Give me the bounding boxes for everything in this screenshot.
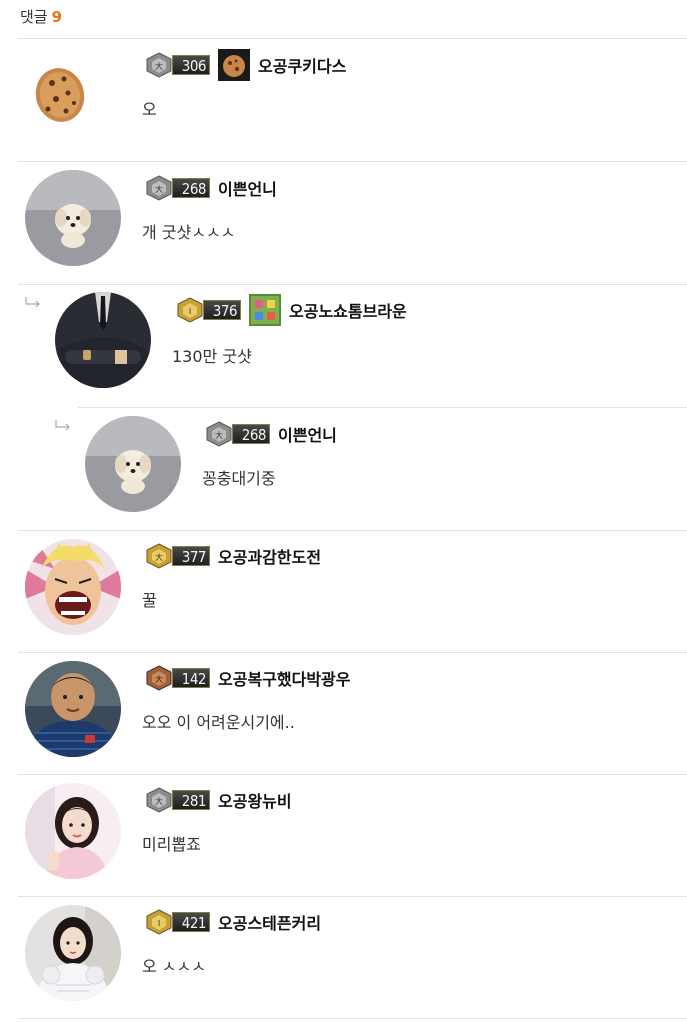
woman-avatar[interactable]	[25, 905, 121, 1001]
comment-meta: 大 377 오공과감한도전	[144, 542, 321, 570]
nickname[interactable]: 오공왕뉴비	[218, 788, 292, 812]
comment-header: 댓글 9	[20, 6, 62, 27]
comment-item: I 421 오공스테픈커리 오 ㅅㅅㅅ	[0, 897, 687, 1019]
svg-text:大: 大	[155, 796, 163, 806]
comment-item: 大 281 오공왕뉴비 미리뽑죠	[0, 775, 687, 897]
cookie-user-icon	[218, 49, 250, 81]
girl-avatar[interactable]	[25, 783, 121, 879]
level-badge: 大 377	[144, 543, 214, 569]
comment-section: 댓글 9 大 306 오공쿠키다스 오 大 268 이쁜언니 개 굿샷ㅅㅅㅅ I…	[0, 0, 687, 1022]
anime-avatar[interactable]	[25, 539, 121, 635]
game-user-icon	[249, 294, 281, 326]
comment-item: 大 306 오공쿠키다스 오	[0, 39, 687, 161]
level-badge: 大 268	[144, 175, 214, 201]
reply-arrow-icon	[25, 297, 40, 308]
rank-emblem-icon: 大	[146, 787, 172, 813]
comment-meta: 大 268 이쁜언니	[144, 174, 277, 202]
level-badge: I 421	[144, 909, 214, 935]
comment-meta: I 376 오공노쇼톰브라운	[175, 294, 407, 326]
comment-text: 130만 굿샷	[172, 347, 252, 366]
reply-item: I 376 오공노쇼톰브라운 130만 굿샷	[0, 285, 687, 407]
svg-text:I: I	[189, 307, 191, 316]
puppy-avatar[interactable]	[25, 170, 121, 266]
rank-emblem-icon: 大	[206, 421, 232, 447]
comment-header-label: 댓글	[20, 8, 48, 26]
level-number: 281	[172, 790, 210, 810]
level-number: 142	[172, 668, 210, 688]
svg-text:大: 大	[155, 552, 163, 562]
level-badge: 大 306	[144, 52, 214, 78]
comment-text: 오 ㅅㅅㅅ	[142, 957, 206, 976]
svg-text:大: 大	[155, 184, 163, 194]
level-number: 268	[232, 424, 270, 444]
level-badge: 大 281	[144, 787, 214, 813]
level-number: 306	[172, 55, 210, 75]
reply-arrow-icon	[55, 420, 70, 431]
comment-meta: 大 281 오공왕뉴비	[144, 786, 292, 814]
comment-text: 오	[142, 100, 157, 119]
svg-text:I: I	[158, 919, 160, 928]
suit-avatar[interactable]	[55, 292, 151, 388]
comment-text: 미리뽑죠	[142, 835, 201, 854]
level-number: 268	[172, 178, 210, 198]
nickname[interactable]: 오공쿠키다스	[258, 53, 346, 77]
nickname[interactable]: 오공노쇼톰브라운	[289, 298, 407, 322]
nickname[interactable]: 오공과감한도전	[218, 544, 321, 568]
cookie-avatar[interactable]	[26, 49, 122, 145]
comment-text: 꿀	[142, 591, 157, 610]
comment-meta: 大 306 오공쿠키다스	[144, 49, 346, 81]
rank-emblem-icon: I	[177, 297, 203, 323]
puppy-avatar[interactable]	[85, 416, 181, 512]
rank-emblem-icon: I	[146, 909, 172, 935]
comment-item: 大 142 오공복구했다박광우 오오 이 어려운시기에..	[0, 653, 687, 775]
nickname[interactable]: 오공스테픈커리	[218, 910, 321, 934]
rank-emblem-icon: 大	[146, 175, 172, 201]
comment-text: 개 굿샷ㅅㅅㅅ	[142, 223, 236, 242]
man-avatar[interactable]	[25, 661, 121, 757]
svg-text:大: 大	[155, 674, 163, 684]
level-number: 421	[172, 912, 210, 932]
comment-count: 9	[51, 8, 63, 26]
svg-text:大: 大	[215, 430, 223, 440]
rank-emblem-icon: 大	[146, 52, 172, 78]
comment-item: 大 377 오공과감한도전 꿀	[0, 531, 687, 653]
level-badge: 大 268	[204, 421, 274, 447]
level-number: 376	[203, 300, 241, 320]
level-badge: I 376	[175, 297, 245, 323]
nickname[interactable]: 이쁜언니	[278, 422, 337, 446]
nickname[interactable]: 이쁜언니	[218, 176, 277, 200]
comment-text: 꽁충대기중	[202, 469, 276, 488]
comment-meta: 大 142 오공복구했다박광우	[144, 664, 350, 692]
rank-emblem-icon: 大	[146, 543, 172, 569]
divider	[18, 1018, 687, 1019]
reply-item: 大 268 이쁜언니 꽁충대기중	[0, 408, 687, 530]
comment-text: 오오 이 어려운시기에..	[142, 713, 295, 732]
comment-meta: 大 268 이쁜언니	[204, 420, 337, 448]
level-badge: 大 142	[144, 665, 214, 691]
svg-text:大: 大	[155, 61, 163, 71]
nickname[interactable]: 오공복구했다박광우	[218, 666, 350, 690]
comment-item: 大 268 이쁜언니 개 굿샷ㅅㅅㅅ	[0, 162, 687, 284]
rank-emblem-icon: 大	[146, 665, 172, 691]
level-number: 377	[172, 546, 210, 566]
comment-meta: I 421 오공스테픈커리	[144, 908, 321, 936]
